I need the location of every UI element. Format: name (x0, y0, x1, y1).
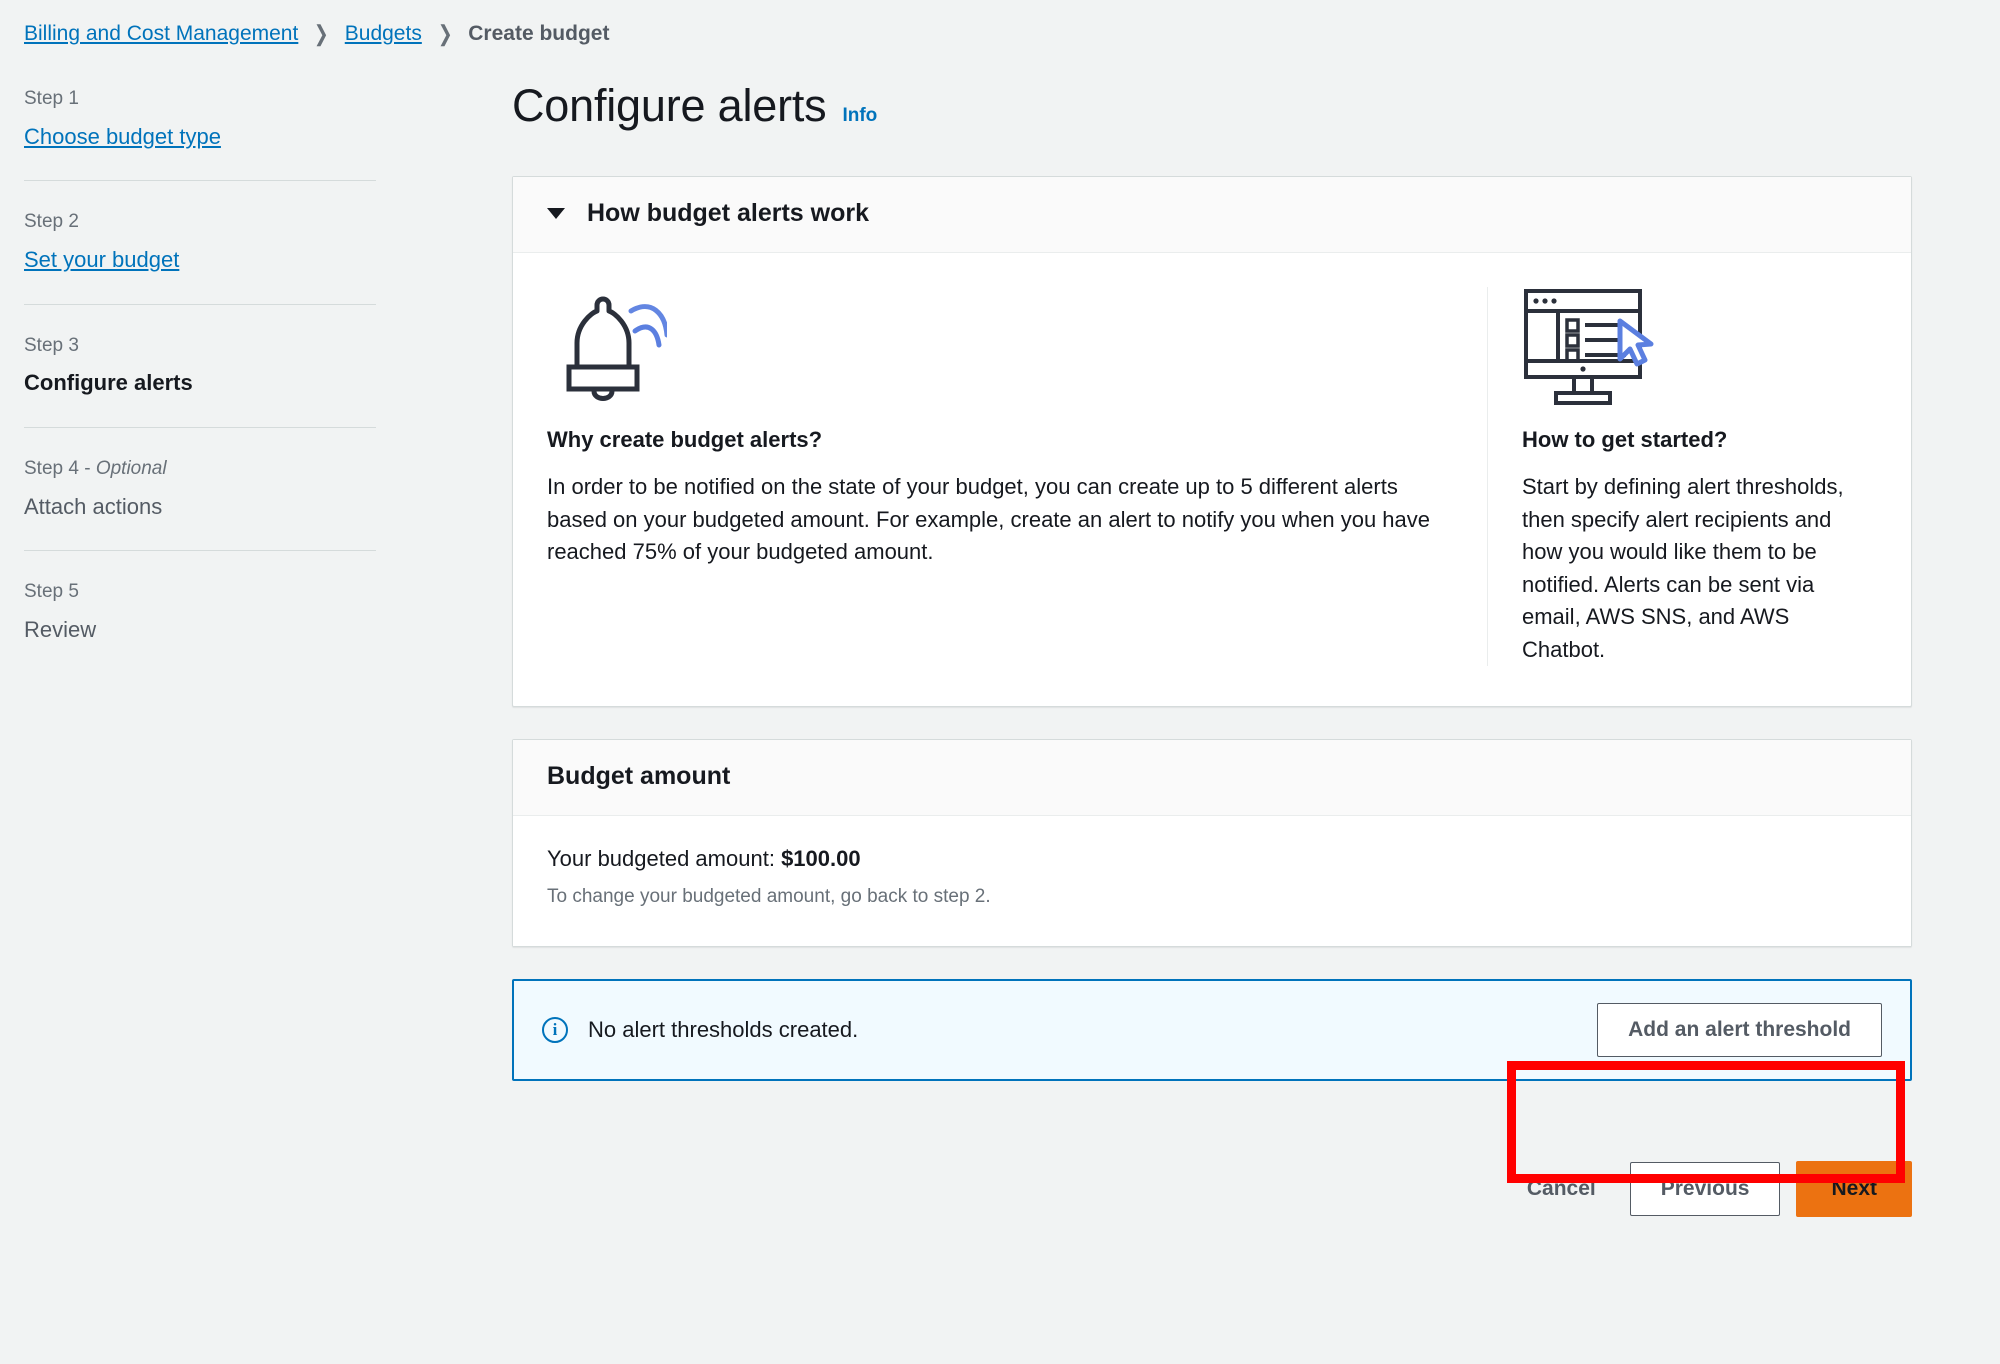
sidebar-step-1-label: Step 1 (24, 88, 79, 109)
alert-threshold-banner: i No alert thresholds created. Add an al… (512, 979, 1912, 1082)
budget-amount-title: Budget amount (547, 762, 731, 791)
wizard-step-navigation: Step 1 Choose budget type Step 2 Set you… (24, 88, 394, 643)
how-budget-alerts-work-body: Why create budget alerts? In order to be… (513, 253, 1911, 706)
how-budget-alerts-work-panel: How budget alerts work Why create budget… (512, 176, 1912, 708)
sidebar-step-3: Step 3 Configure alerts (24, 335, 394, 397)
breadcrumb-item-create-budget: Create budget (468, 22, 610, 45)
sidebar-step-1[interactable]: Step 1 Choose budget type (24, 88, 394, 150)
wizard-footer-actions: Cancel Previous Next (512, 1161, 1912, 1218)
add-alert-threshold-button[interactable]: Add an alert threshold (1597, 1003, 1882, 1058)
budgeted-amount-hint: To change your budgeted amount, go back … (547, 886, 991, 908)
breadcrumb-separator-icon: ❯ (314, 21, 329, 46)
breadcrumb-item-budgets[interactable]: Budgets (345, 22, 422, 46)
sidebar-divider (24, 426, 376, 428)
why-create-alerts-text: In order to be notified on the state of … (547, 474, 1430, 565)
why-create-alerts-title: Why create budget alerts? (547, 427, 823, 452)
how-to-get-started-text: Start by defining alert thresholds, then… (1522, 474, 1844, 662)
page-title-row: Configure alerts Info (512, 80, 1912, 132)
alert-threshold-banner-wrapper: i No alert thresholds created. Add an al… (512, 979, 1912, 1082)
sidebar-step-1-name[interactable]: Choose budget type (24, 123, 394, 151)
sidebar-step-2-label: Step 2 (24, 211, 79, 233)
sidebar-step-5-label: Step 5 (24, 581, 79, 603)
sidebar-step-3-label: Step 3 (24, 334, 79, 356)
how-to-get-started-column: How to get started? Start by defining al… (1488, 287, 1877, 666)
budget-amount-header: Budget amount (513, 740, 1911, 817)
sidebar-step-4-optional: Optional (95, 457, 167, 479)
sidebar-divider (24, 550, 376, 552)
alert-banner-message-group: i No alert thresholds created. (542, 1017, 859, 1044)
page-info-link[interactable]: Info (842, 105, 877, 127)
breadcrumb: Billing and Cost Management ❯ Budgets ❯ … (24, 22, 609, 46)
sidebar-step-4: Step 4 - Optional Attach actions (24, 458, 394, 520)
alert-banner-message: No alert thresholds created. (588, 1017, 859, 1043)
budgeted-amount-row: Your budgeted amount: $100.00 (547, 846, 1877, 872)
sidebar-step-5: Step 5 Review (24, 581, 394, 643)
sidebar-step-4-number: Step 4 - (24, 457, 96, 479)
sidebar-divider (24, 303, 376, 305)
how-budget-alerts-work-header[interactable]: How budget alerts work (513, 177, 1911, 253)
sidebar-step-3-name: Configure alerts (24, 370, 193, 396)
budgeted-amount-label: Your budgeted amount: (547, 846, 775, 872)
monitor-checklist-icon (1522, 287, 1877, 405)
sidebar-step-2[interactable]: Step 2 Set your budget (24, 211, 394, 273)
how-budget-alerts-work-title: How budget alerts work (587, 199, 869, 227)
why-create-alerts-column: Why create budget alerts? In order to be… (547, 287, 1487, 666)
next-button[interactable]: Next (1796, 1161, 1912, 1218)
info-circle-icon: i (542, 1017, 568, 1044)
sidebar-step-5-name: Review (24, 616, 97, 642)
how-to-get-started-title: How to get started? (1522, 427, 1728, 452)
previous-button[interactable]: Previous (1629, 1162, 1781, 1217)
breadcrumb-separator-icon: ❯ (437, 21, 453, 46)
breadcrumb-item-billing[interactable]: Billing and Cost Management (24, 22, 298, 46)
budgeted-amount-value: $100.00 (781, 846, 861, 872)
main-content: Configure alerts Info How budget alerts … (512, 80, 1912, 1218)
bell-alert-icon (547, 287, 1437, 405)
sidebar-step-4-name: Attach actions (24, 493, 163, 519)
budget-amount-body: Your budgeted amount: $100.00 To change … (513, 816, 1911, 947)
cancel-button[interactable]: Cancel (1509, 1163, 1614, 1215)
sidebar-step-2-name[interactable]: Set your budget (24, 246, 394, 274)
page-title: Configure alerts (512, 80, 827, 131)
chevron-down-icon[interactable] (547, 208, 565, 219)
budget-amount-panel: Budget amount Your budgeted amount: $100… (512, 739, 1912, 948)
sidebar-step-4-label: Step 4 - Optional (24, 458, 394, 481)
sidebar-divider (24, 180, 376, 182)
info-columns: Why create budget alerts? In order to be… (513, 253, 1911, 706)
